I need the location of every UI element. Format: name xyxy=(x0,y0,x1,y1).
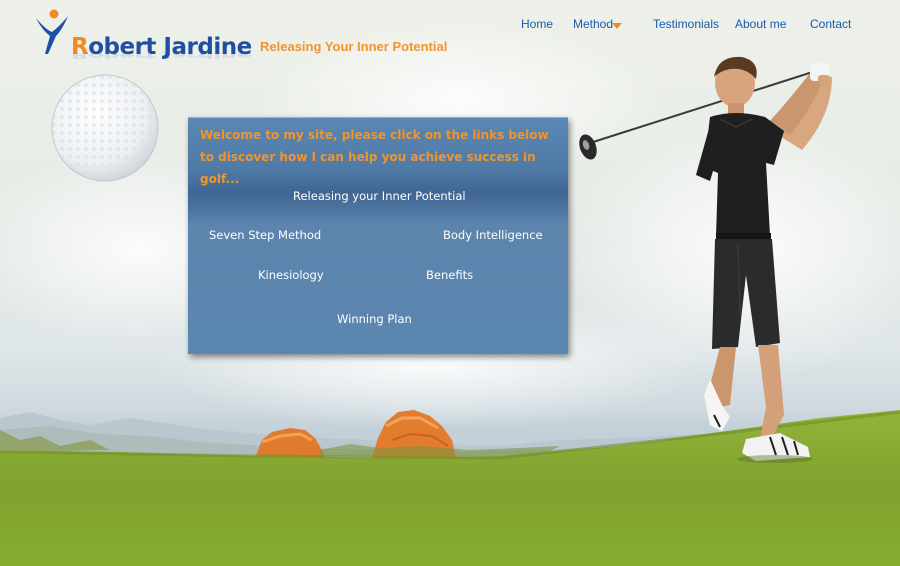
welcome-panel: Welcome to my site, please click on the … xyxy=(188,117,568,354)
main-nav: Home Method Testimonials About me Contac… xyxy=(0,17,900,37)
nav-method[interactable]: Method xyxy=(573,17,613,31)
golf-ball-image xyxy=(51,74,159,182)
link-body-intelligence[interactable]: Body Intelligence xyxy=(443,228,543,242)
link-benefits[interactable]: Benefits xyxy=(426,268,473,282)
golfer-image xyxy=(579,56,832,463)
nav-home[interactable]: Home xyxy=(521,17,553,31)
link-seven-step-method[interactable]: Seven Step Method xyxy=(209,228,321,242)
link-releasing-inner-potential[interactable]: Releasing your Inner Potential xyxy=(293,189,466,203)
nav-contact[interactable]: Contact xyxy=(810,17,851,31)
welcome-text: Welcome to my site, please click on the … xyxy=(200,128,549,186)
nav-testimonials[interactable]: Testimonials xyxy=(653,17,719,31)
link-winning-plan[interactable]: Winning Plan xyxy=(337,312,412,326)
caret-down-icon[interactable] xyxy=(612,23,622,29)
nav-about-me[interactable]: About me xyxy=(735,17,786,31)
logo-reflection: Robert Jardine xyxy=(71,50,252,60)
link-kinesiology[interactable]: Kinesiology xyxy=(258,268,324,282)
site-tagline: Releasing Your Inner Potential xyxy=(260,39,448,54)
